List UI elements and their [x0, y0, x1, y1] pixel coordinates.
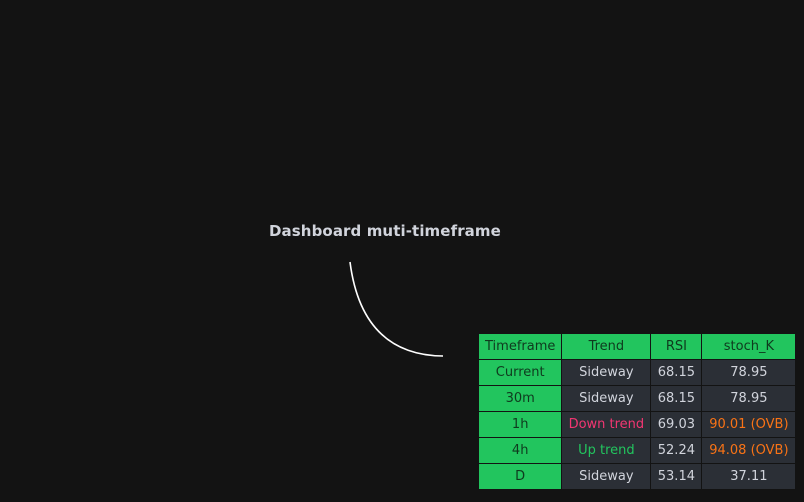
dashboard-table: Timeframe Trend RSI stoch_K Current Side…	[477, 333, 797, 490]
stoch-cell: 78.95	[701, 385, 797, 412]
trend-cell: Down trend	[561, 411, 652, 438]
rsi-cell: 52.24	[650, 437, 703, 464]
table-header-row: Timeframe Trend RSI stoch_K	[477, 333, 797, 360]
timeframe-cell: 1h	[477, 411, 563, 438]
table-row: 30m Sideway 68.15 78.95	[477, 385, 797, 412]
dashboard-title: Dashboard muti-timeframe	[269, 222, 501, 240]
header-rsi: RSI	[650, 333, 703, 360]
stoch-cell: 37.11	[701, 463, 797, 490]
stoch-cell: 78.95	[701, 359, 797, 386]
header-stoch-k: stoch_K	[701, 333, 797, 360]
rsi-cell: 68.15	[650, 359, 703, 386]
timeframe-cell: 4h	[477, 437, 563, 464]
timeframe-cell: 30m	[477, 385, 563, 412]
timeframe-cell: D	[477, 463, 563, 490]
table-row: Current Sideway 68.15 78.95	[477, 359, 797, 386]
table-row: 1h Down trend 69.03 90.01 (OVB)	[477, 411, 797, 438]
header-trend: Trend	[561, 333, 652, 360]
rsi-cell: 53.14	[650, 463, 703, 490]
stoch-cell: 90.01 (OVB)	[701, 411, 797, 438]
trend-cell: Sideway	[561, 385, 652, 412]
rsi-cell: 69.03	[650, 411, 703, 438]
header-timeframe: Timeframe	[477, 333, 563, 360]
table-row: 4h Up trend 52.24 94.08 (OVB)	[477, 437, 797, 464]
trend-cell: Sideway	[561, 359, 652, 386]
timeframe-cell: Current	[477, 359, 563, 386]
connector-curve	[349, 261, 444, 357]
table-row: D Sideway 53.14 37.11	[477, 463, 797, 490]
chart-canvas[interactable]: Dashboard muti-timeframe Timeframe Trend…	[0, 0, 804, 502]
rsi-cell: 68.15	[650, 385, 703, 412]
trend-cell: Up trend	[561, 437, 652, 464]
trend-cell: Sideway	[561, 463, 652, 490]
stoch-cell: 94.08 (OVB)	[701, 437, 797, 464]
